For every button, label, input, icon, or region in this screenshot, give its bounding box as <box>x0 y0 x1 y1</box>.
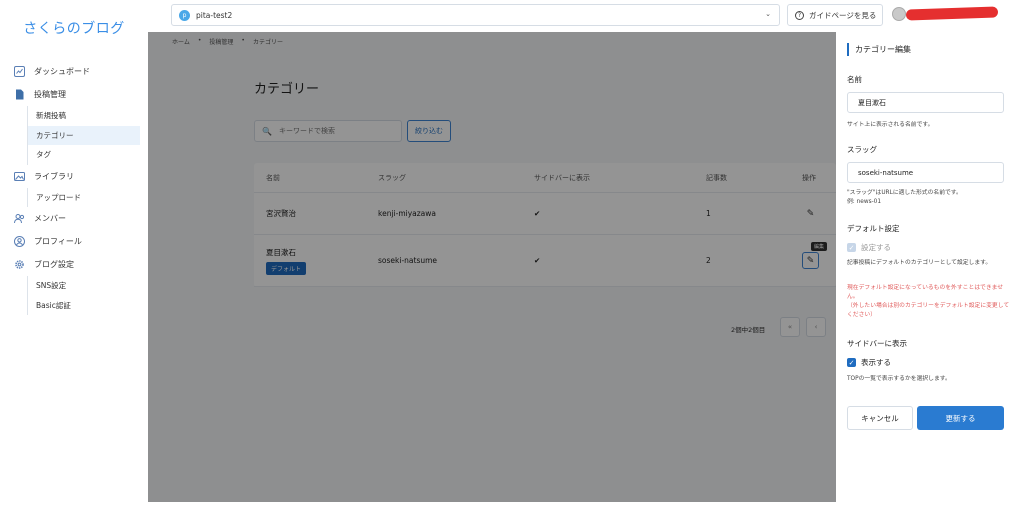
default-warning-line: （外したい場合は別のカテゴリーをデフォルト設定に変更してください） <box>847 303 1010 318</box>
sidebar-item-label: ライブラリ <box>34 171 74 181</box>
site-select[interactable]: p pita-test2 ⌄ <box>171 4 780 26</box>
site-icon: p <box>179 9 190 21</box>
sidebar-checkbox-label: 表示する <box>861 358 891 367</box>
chart-icon <box>14 66 25 77</box>
users-icon <box>14 213 25 224</box>
guide-page-button[interactable]: ? ガイドページを見る <box>787 4 883 26</box>
slug-field[interactable]: soseki-natsume <box>847 162 1004 183</box>
image-icon <box>14 171 25 182</box>
slug-help-example: 例: news-01 <box>847 199 882 205</box>
site-logo[interactable]: さくらのブログ <box>0 18 148 38</box>
sidebar-nav: ダッシュボード 投稿管理 新規投稿 カテゴリー タグ ライブラリ アップロード … <box>14 60 140 315</box>
guide-label: ガイドページを見る <box>809 10 877 20</box>
sidebar-subitem-sns[interactable]: SNS設定 <box>28 276 140 296</box>
sidebar-subitem-new-post[interactable]: 新規投稿 <box>28 106 140 126</box>
library-submenu: アップロード <box>27 187 140 208</box>
sidebar-item-label: メンバー <box>34 214 66 223</box>
sidebar-item-library[interactable]: ライブラリ <box>14 165 140 188</box>
slug-help-line: "スラッグ"はURLに適した形式の名前です。 <box>847 190 962 196</box>
checkbox-checked-icon[interactable]: ✓ <box>847 358 856 367</box>
modal-overlay[interactable] <box>148 32 836 502</box>
sidebar-item-label: ブログ設定 <box>34 260 74 269</box>
sidebar-subitem-category[interactable]: カテゴリー <box>28 125 140 145</box>
redacted-username <box>905 6 999 21</box>
sidebar-subitem-tag[interactable]: タグ <box>28 145 140 165</box>
default-warning-line: 現在デフォルト設定になっているものを外すことはできません。 <box>847 285 1004 300</box>
posts-submenu: 新規投稿 カテゴリー タグ <box>27 106 140 165</box>
user-circle-icon <box>14 236 25 247</box>
panel-title: カテゴリー編集 <box>847 43 911 56</box>
category-edit-panel: カテゴリー編集 名前 夏目漱石 サイト上に表示される名前です。 スラッグ sos… <box>836 32 1024 506</box>
sidebar-subitem-basic-auth[interactable]: Basic認証 <box>28 296 140 316</box>
slug-help: "スラッグ"はURLに適した形式の名前です。 例: news-01 <box>847 189 1012 207</box>
sidebar-subitem-upload[interactable]: アップロード <box>28 188 140 208</box>
sidebar-item-label: ダッシュボード <box>34 67 90 76</box>
sidebar-item-posts[interactable]: 投稿管理 <box>14 83 140 106</box>
help-icon: ? <box>795 10 804 20</box>
settings-submenu: SNS設定 Basic認証 <box>27 276 140 315</box>
checkbox-checked-disabled-icon: ✓ <box>847 243 856 252</box>
default-checkbox-row: ✓ 設定する <box>847 242 891 253</box>
cancel-button[interactable]: キャンセル <box>847 406 913 430</box>
default-help: 記事投稿にデフォルトのカテゴリーとして設定します。 <box>847 260 992 266</box>
sidebar-display-label: サイドバーに表示 <box>847 339 907 348</box>
sidebar-item-members[interactable]: メンバー <box>14 207 140 230</box>
sidebar-item-label: プロフィール <box>34 237 82 246</box>
name-label: 名前 <box>847 75 862 84</box>
sidebar-item-dashboard[interactable]: ダッシュボード <box>14 60 140 83</box>
update-button[interactable]: 更新する <box>917 406 1004 430</box>
name-help: サイト上に表示される名前です。 <box>847 122 934 128</box>
avatar[interactable] <box>892 7 906 21</box>
sidebar: さくらのブログ ダッシュボード 投稿管理 新規投稿 カテゴリー タグ ライブラリ… <box>0 0 148 506</box>
sidebar-item-profile[interactable]: プロフィール <box>14 230 140 253</box>
chevron-down-icon: ⌄ <box>765 10 771 18</box>
sidebar-item-label: 投稿管理 <box>34 90 66 99</box>
sidebar-item-blog-settings[interactable]: ブログ設定 <box>14 253 140 276</box>
topbar: p pita-test2 ⌄ ? ガイドページを見る <box>148 0 1024 32</box>
slug-label: スラッグ <box>847 145 877 154</box>
name-field[interactable]: 夏目漱石 <box>847 92 1004 113</box>
site-name: pita-test2 <box>196 10 233 20</box>
default-label: デフォルト設定 <box>847 224 900 233</box>
document-icon <box>14 89 25 100</box>
default-checkbox-label: 設定する <box>861 243 891 252</box>
gear-icon <box>14 259 25 270</box>
default-warning: 現在デフォルト設定になっているものを外すことはできません。 （外したい場合は別の… <box>847 284 1012 320</box>
sidebar-help: TOPの一覧で表示するかを選択します。 <box>847 376 951 382</box>
sidebar-checkbox-row[interactable]: ✓ 表示する <box>847 357 891 368</box>
